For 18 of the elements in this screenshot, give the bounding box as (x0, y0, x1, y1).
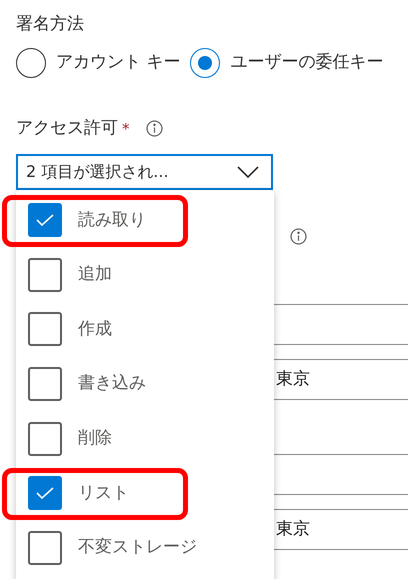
checkmark-icon (35, 213, 55, 228)
checkmark-icon (35, 486, 55, 500)
checkbox-option[interactable]: 書き込み (16, 356, 274, 412)
info-icon (146, 120, 162, 138)
checkbox-option[interactable]: 読み取り (16, 193, 274, 248)
checkbox-option[interactable]: リスト (16, 466, 274, 521)
permission-dropdown[interactable]: 2 項目が選択され... (16, 154, 273, 190)
radio-option[interactable]: アカウント キー (16, 48, 180, 78)
radio-option[interactable]: ユーザーの委任キー (190, 48, 384, 78)
required-mark: * (122, 118, 130, 140)
chevron-down-icon (237, 166, 259, 178)
checkbox-option[interactable]: 作成 (16, 302, 274, 357)
info-icon (290, 228, 307, 245)
checkbox-option[interactable]: 追加 (16, 248, 274, 302)
checkbox-option[interactable]: 不変ストレージ (16, 520, 274, 576)
field-label: 署名方法 (16, 13, 84, 36)
field-label: アクセス許可 (16, 117, 118, 140)
checkbox-option[interactable]: 削除 (16, 411, 274, 466)
